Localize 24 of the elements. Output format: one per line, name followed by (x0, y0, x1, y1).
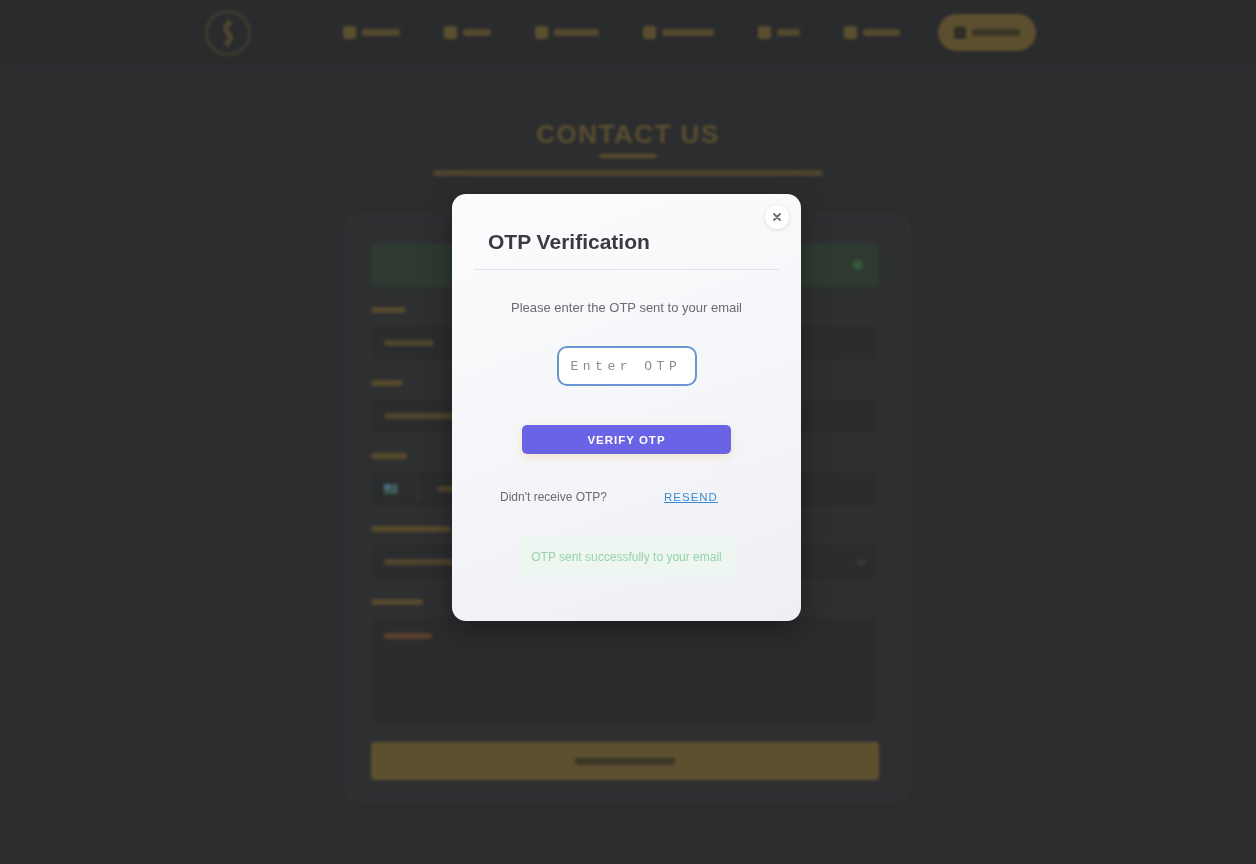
blurred-label (371, 599, 423, 605)
blurred-submit-button[interactable] (371, 742, 879, 780)
blurred-label (371, 453, 407, 459)
blurred-nav-link[interactable] (758, 24, 800, 41)
blurred-label (371, 380, 403, 386)
blurred-label (371, 307, 406, 313)
verify-button[interactable]: VERIFY OTP (522, 425, 731, 454)
success-message: OTP sent successfully to your email (517, 536, 736, 577)
close-button[interactable] (765, 205, 789, 229)
resend-link[interactable]: RESEND (664, 491, 718, 503)
otp-input[interactable]: Enter OTP (556, 346, 697, 386)
blurred-nav-link[interactable] (444, 24, 491, 41)
logo-icon (205, 9, 251, 56)
instruction-text: Please enter the OTP sent to your email (511, 299, 742, 317)
dialog-title: OTP Verification (488, 230, 650, 254)
close-icon (773, 213, 781, 221)
dot-icon (853, 260, 863, 270)
blurred-nav-link[interactable] (535, 24, 599, 41)
blurred-contact-button[interactable] (938, 14, 1036, 51)
blurred-nav-link[interactable] (844, 24, 900, 41)
blurred-nav-link[interactable] (643, 24, 714, 41)
resend-prompt: Didn't receive OTP? (500, 490, 607, 504)
blurred-nav-link[interactable] (343, 24, 400, 41)
flag-icon (384, 484, 398, 494)
